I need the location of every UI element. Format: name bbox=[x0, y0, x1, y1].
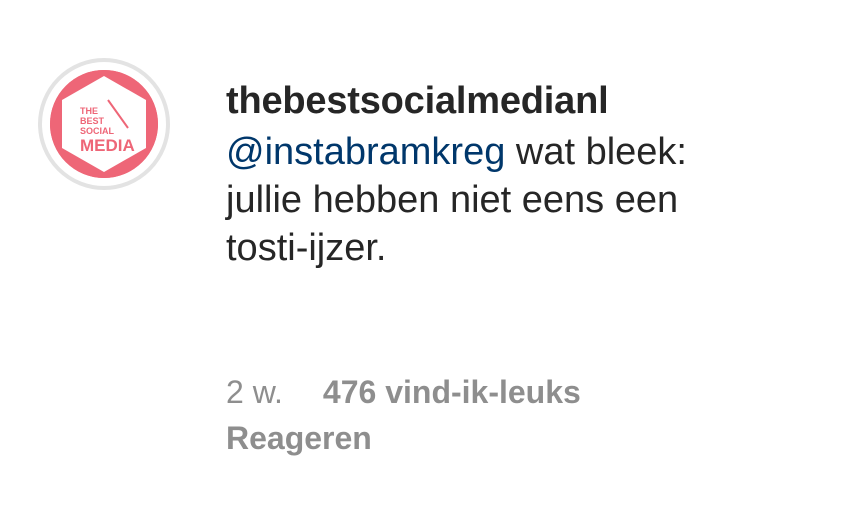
comment-text-after-mention: wat bleek: bbox=[505, 131, 687, 173]
comment-text-line-2: jullie hebben niet eens een bbox=[226, 179, 679, 221]
comment-text-line-3: tosti-ijzer. bbox=[226, 227, 387, 269]
avatar-logo: THE BEST SOCIAL MEDIA bbox=[50, 70, 158, 178]
comment-text: @instabramkreg wat bleek: jullie hebben … bbox=[226, 128, 846, 272]
mention-link[interactable]: @instabramkreg bbox=[226, 131, 505, 173]
comment-meta: 2 w. 476 vind-ik-leuks Reageren bbox=[226, 369, 581, 461]
avatar[interactable]: THE BEST SOCIAL MEDIA bbox=[38, 58, 170, 190]
timestamp[interactable]: 2 w. bbox=[226, 374, 283, 410]
logo-line-4: MEDIA bbox=[80, 136, 135, 155]
likes-count-button[interactable]: 476 vind-ik-leuks bbox=[323, 374, 581, 410]
logo-line-1: THE bbox=[80, 106, 98, 116]
comment: THE BEST SOCIAL MEDIA thebestsocialmedia… bbox=[0, 0, 868, 528]
comment-content: thebestsocialmedianl @instabramkreg wat … bbox=[226, 76, 846, 272]
logo-line-3: SOCIAL bbox=[80, 126, 115, 136]
reply-button[interactable]: Reageren bbox=[226, 420, 372, 456]
brand-logo-icon: THE BEST SOCIAL MEDIA bbox=[50, 70, 158, 178]
username-link[interactable]: thebestsocialmedianl bbox=[226, 76, 846, 126]
logo-line-2: BEST bbox=[80, 116, 105, 126]
